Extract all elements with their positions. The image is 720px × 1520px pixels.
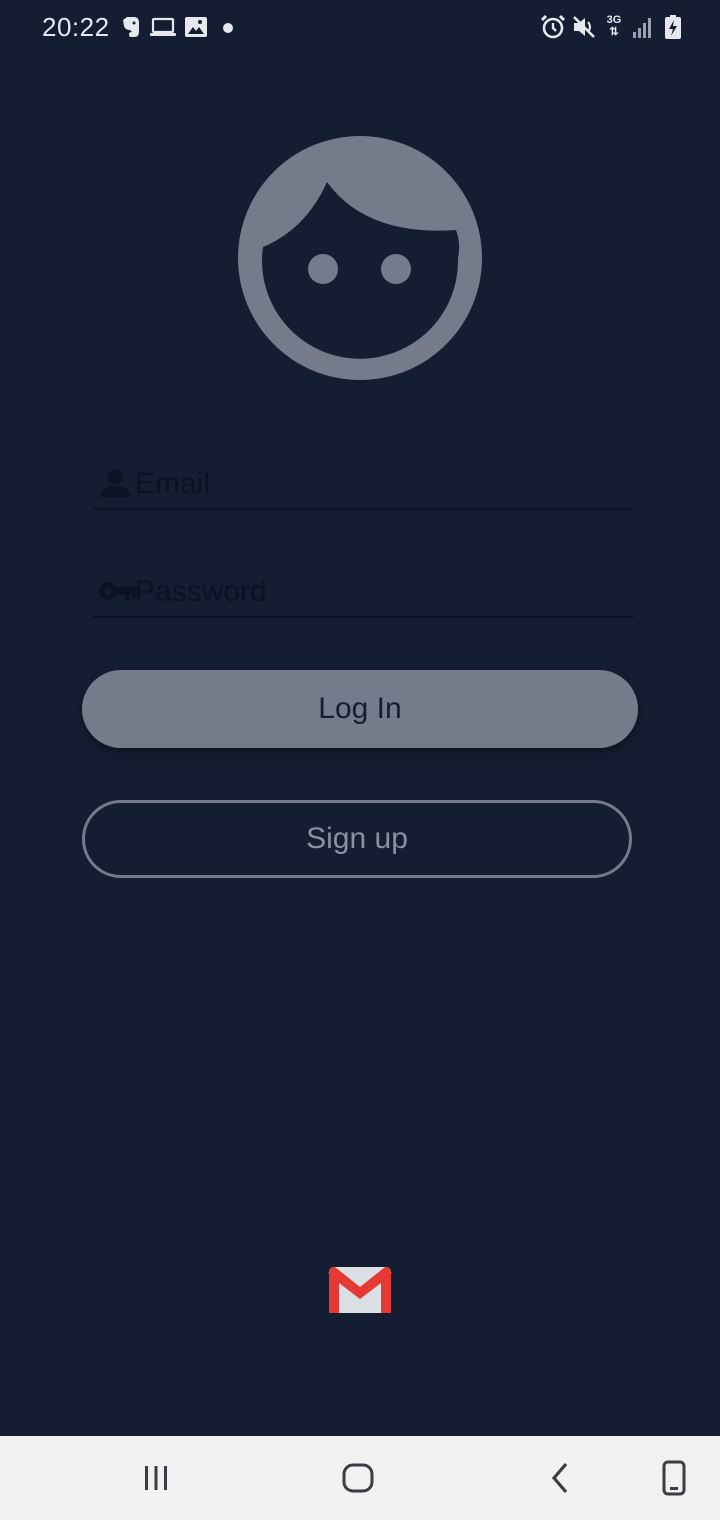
face-icon xyxy=(238,136,482,380)
laptop-icon xyxy=(150,17,176,36)
password-input[interactable] xyxy=(135,570,615,614)
home-icon[interactable] xyxy=(338,1458,378,1498)
evernote-icon xyxy=(123,17,139,37)
notification-dot xyxy=(223,23,233,33)
key-icon xyxy=(99,582,137,601)
navigation-bar xyxy=(0,1436,720,1520)
image-icon xyxy=(185,17,207,37)
password-field[interactable] xyxy=(93,566,634,618)
status-bar: 20:22 3G ⇅ xyxy=(0,0,720,56)
email-field[interactable] xyxy=(93,458,634,510)
status-time: 20:22 xyxy=(42,12,110,42)
battery-charging-icon xyxy=(665,15,681,39)
email-input[interactable] xyxy=(135,462,615,506)
signup-button[interactable]: Sign up xyxy=(82,800,632,878)
network-arrows: ⇅ xyxy=(609,26,619,38)
signal-icon xyxy=(633,18,651,38)
mute-icon xyxy=(573,16,595,38)
back-icon[interactable] xyxy=(540,1458,580,1498)
login-button[interactable]: Log In xyxy=(82,670,638,748)
recent-apps-icon[interactable] xyxy=(136,1458,176,1498)
person-icon xyxy=(100,469,130,497)
rotate-icon[interactable] xyxy=(654,1458,694,1498)
gmail-icon[interactable] xyxy=(328,1265,392,1315)
alarm-icon xyxy=(540,14,566,39)
network-type-label: 3G xyxy=(606,14,622,26)
network-3g-icon: 3G ⇅ xyxy=(604,14,624,38)
